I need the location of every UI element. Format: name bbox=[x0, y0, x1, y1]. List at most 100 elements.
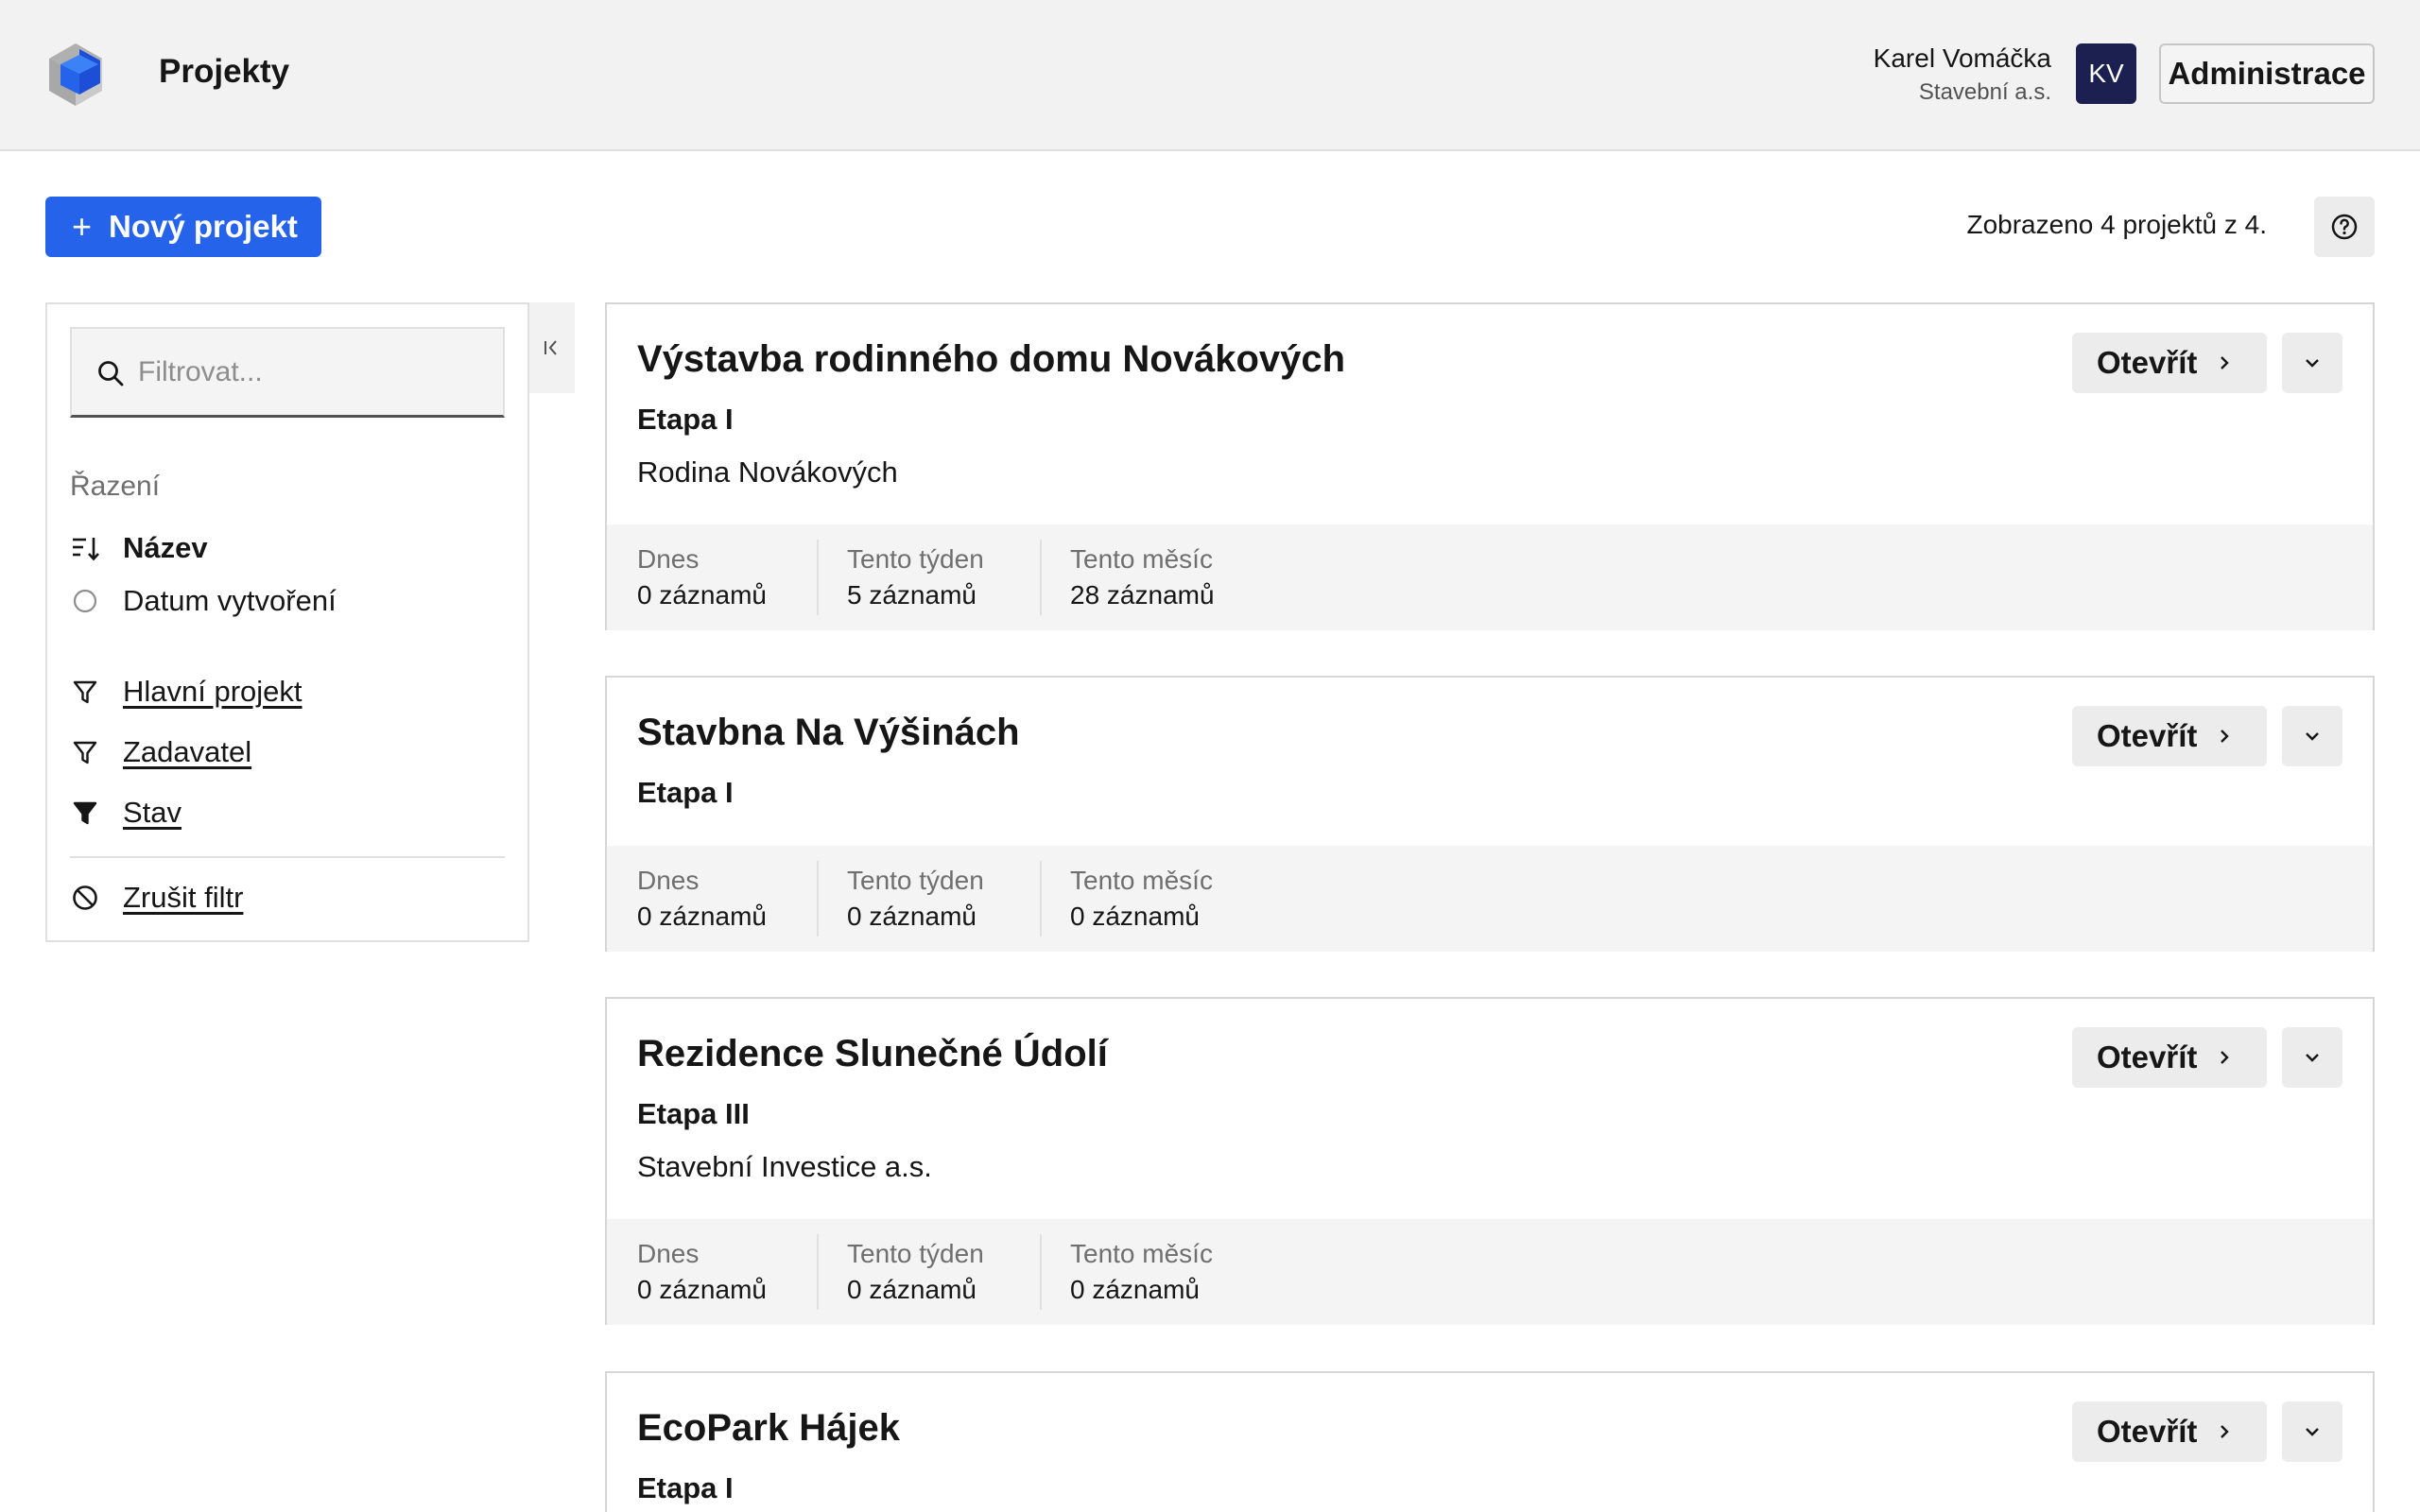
filter-sidebar: Řazení Název Datum vytvoření Hlavní bbox=[45, 302, 529, 942]
project-menu-button[interactable] bbox=[2282, 1401, 2342, 1462]
project-stage: Etapa I bbox=[637, 1471, 734, 1504]
project-title: Výstavba rodinného domu Novákových bbox=[637, 338, 1346, 380]
user-company: Stavební a.s. bbox=[1918, 79, 2051, 105]
stat-value: 0 záznamů bbox=[637, 580, 767, 610]
stat-label: Tento měsíc bbox=[1070, 1239, 1213, 1268]
filter-filled-icon bbox=[70, 798, 100, 828]
chevron-right-icon bbox=[2221, 356, 2230, 369]
stat-divider bbox=[817, 540, 819, 615]
stat-label: Tento týden bbox=[847, 866, 984, 895]
collapse-left-icon bbox=[544, 340, 557, 355]
chevron-down-icon bbox=[2306, 1054, 2319, 1062]
open-label: Otevřít bbox=[2097, 1040, 2198, 1074]
open-label: Otevřít bbox=[2097, 1414, 2198, 1449]
sort-descending-icon bbox=[70, 533, 100, 563]
project-card: Výstavba rodinného domu Novákových Etapa… bbox=[605, 302, 2375, 630]
filter-label[interactable]: Zadavatel bbox=[123, 735, 251, 769]
stat-today: Dnes 0 záznamů bbox=[637, 1236, 767, 1308]
project-title: EcoPark Hájek bbox=[637, 1407, 900, 1449]
user-info: Karel Vomáčka Stavební a.s. bbox=[1874, 42, 2051, 108]
stat-label: Tento měsíc bbox=[1070, 544, 1213, 574]
chevron-down-icon bbox=[2306, 1428, 2319, 1436]
stat-label: Tento týden bbox=[847, 544, 984, 574]
stat-value: 0 záznamů bbox=[637, 1275, 767, 1304]
radio-unchecked-icon bbox=[70, 586, 100, 616]
chevron-down-icon bbox=[2306, 359, 2319, 368]
stat-month: Tento měsíc 0 záznamů bbox=[1070, 1236, 1213, 1308]
stat-week: Tento týden 0 záznamů bbox=[847, 1236, 984, 1308]
sort-heading: Řazení bbox=[70, 471, 161, 502]
administration-button[interactable]: Administrace bbox=[2159, 43, 2375, 104]
stat-week: Tento týden 0 záznamů bbox=[847, 863, 984, 935]
project-stage: Etapa I bbox=[637, 403, 734, 436]
search-input[interactable] bbox=[138, 348, 488, 397]
open-project-button[interactable]: Otevřít bbox=[2072, 1027, 2267, 1088]
stat-label: Tento týden bbox=[847, 1239, 984, 1268]
stat-value: 0 záznamů bbox=[637, 902, 767, 931]
clear-filter-label[interactable]: Zrušit filtr bbox=[123, 881, 243, 915]
stat-label: Dnes bbox=[637, 866, 700, 895]
stat-value: 28 záznamů bbox=[1070, 580, 1215, 610]
filter-client[interactable]: Zadavatel bbox=[70, 735, 251, 769]
filter-icon bbox=[70, 677, 100, 707]
project-stage: Etapa III bbox=[637, 1097, 750, 1130]
clear-filter[interactable]: Zrušit filtr bbox=[70, 881, 243, 915]
app-logo-icon[interactable] bbox=[45, 42, 106, 108]
search-icon bbox=[98, 361, 124, 387]
result-count: Zobrazeno 4 projektů z 4. bbox=[1966, 210, 2267, 239]
stat-value: 0 záznamů bbox=[847, 1275, 977, 1304]
project-title: Stavbna Na Výšinách bbox=[637, 712, 1020, 753]
stat-today: Dnes 0 záznamů bbox=[637, 863, 767, 935]
avatar[interactable]: KV bbox=[2076, 43, 2136, 104]
filter-label[interactable]: Stav bbox=[123, 796, 182, 830]
open-project-button[interactable]: Otevřít bbox=[2072, 1401, 2267, 1462]
new-project-label: Nový projekt bbox=[109, 209, 298, 244]
plus-icon: + bbox=[72, 207, 93, 246]
filter-status[interactable]: Stav bbox=[70, 796, 182, 830]
open-project-button[interactable]: Otevřít bbox=[2072, 333, 2267, 393]
open-label: Otevřít bbox=[2097, 718, 2198, 753]
filter-main-project[interactable]: Hlavní projekt bbox=[70, 675, 302, 709]
sort-option-label: Datum vytvoření bbox=[123, 584, 337, 617]
divider bbox=[70, 856, 505, 858]
project-card: Rezidence Slunečné Údolí Etapa III Stave… bbox=[605, 997, 2375, 1325]
sort-option-label: Název bbox=[123, 531, 208, 564]
project-menu-button[interactable] bbox=[2282, 706, 2342, 766]
project-client: Stavební Investice a.s. bbox=[637, 1150, 932, 1183]
page-title: Projekty bbox=[159, 53, 290, 90]
filter-label[interactable]: Hlavní projekt bbox=[123, 675, 302, 709]
project-card: Stavbna Na Výšinách Etapa I Otevřít Dnes… bbox=[605, 676, 2375, 952]
stat-month: Tento měsíc 0 záznamů bbox=[1070, 863, 1213, 935]
stat-week: Tento týden 5 záznamů bbox=[847, 541, 984, 613]
project-menu-button[interactable] bbox=[2282, 333, 2342, 393]
help-button[interactable] bbox=[2314, 197, 2375, 257]
new-project-button[interactable]: + Nový projekt bbox=[45, 197, 321, 257]
project-client: Rodina Novákových bbox=[637, 455, 898, 489]
stat-divider bbox=[817, 1234, 819, 1310]
stat-month: Tento měsíc 28 záznamů bbox=[1070, 541, 1215, 613]
sort-option-name[interactable]: Název bbox=[70, 531, 208, 565]
app-header: Projekty Karel Vomáčka Stavební a.s. KV … bbox=[0, 0, 2420, 151]
help-circle-icon bbox=[2331, 214, 2358, 240]
open-project-button[interactable]: Otevřít bbox=[2072, 706, 2267, 766]
project-card: EcoPark Hájek Etapa I Otevřít bbox=[605, 1371, 2375, 1512]
project-stats: Dnes 0 záznamů Tento týden 0 záznamů Ten… bbox=[607, 846, 2373, 952]
search-field[interactable] bbox=[70, 327, 505, 418]
collapse-sidebar-button[interactable] bbox=[529, 302, 575, 393]
chevron-down-icon bbox=[2306, 732, 2319, 741]
stat-label: Dnes bbox=[637, 544, 700, 574]
sort-option-date[interactable]: Datum vytvoření bbox=[70, 584, 337, 618]
stat-label: Dnes bbox=[637, 1239, 700, 1268]
block-icon bbox=[70, 883, 100, 913]
chevron-right-icon bbox=[2221, 1425, 2230, 1438]
stat-today: Dnes 0 záznamů bbox=[637, 541, 767, 613]
stat-value: 5 záznamů bbox=[847, 580, 977, 610]
stat-value: 0 záznamů bbox=[847, 902, 977, 931]
stat-label: Tento měsíc bbox=[1070, 866, 1213, 895]
project-stats: Dnes 0 záznamů Tento týden 0 záznamů Ten… bbox=[607, 1219, 2373, 1325]
open-label: Otevřít bbox=[2097, 345, 2198, 380]
stat-value: 0 záznamů bbox=[1070, 902, 1200, 931]
project-stats: Dnes 0 záznamů Tento týden 5 záznamů Ten… bbox=[607, 524, 2373, 630]
project-menu-button[interactable] bbox=[2282, 1027, 2342, 1088]
stat-divider bbox=[817, 861, 819, 936]
